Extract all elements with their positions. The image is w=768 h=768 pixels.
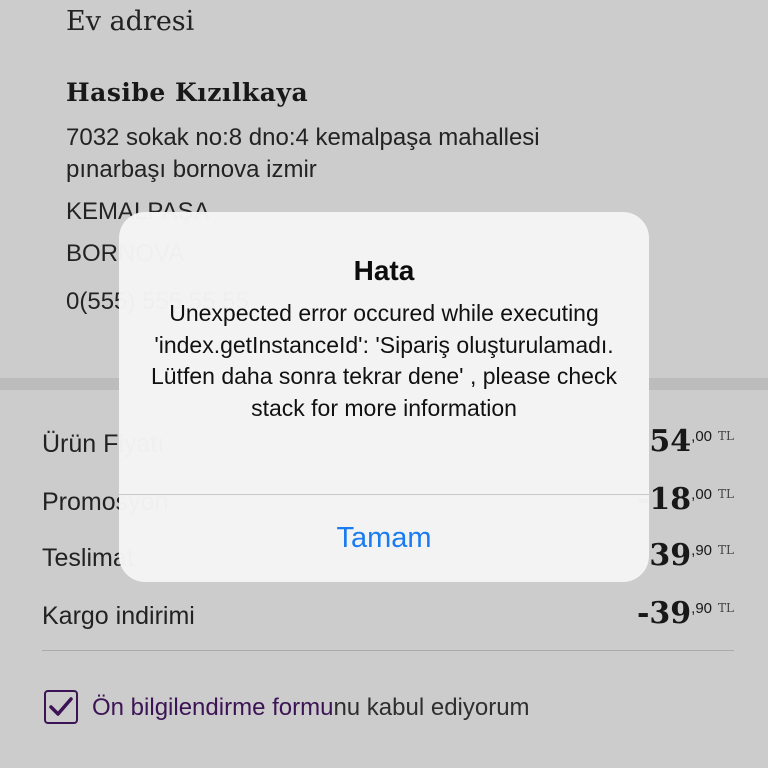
ok-button[interactable]: Tamam [119, 495, 649, 582]
error-alert-dialog: Hata Unexpected error occured while exec… [119, 212, 649, 582]
alert-message: Unexpected error occured while executing… [151, 300, 617, 421]
alert-title: Hata [353, 255, 415, 286]
